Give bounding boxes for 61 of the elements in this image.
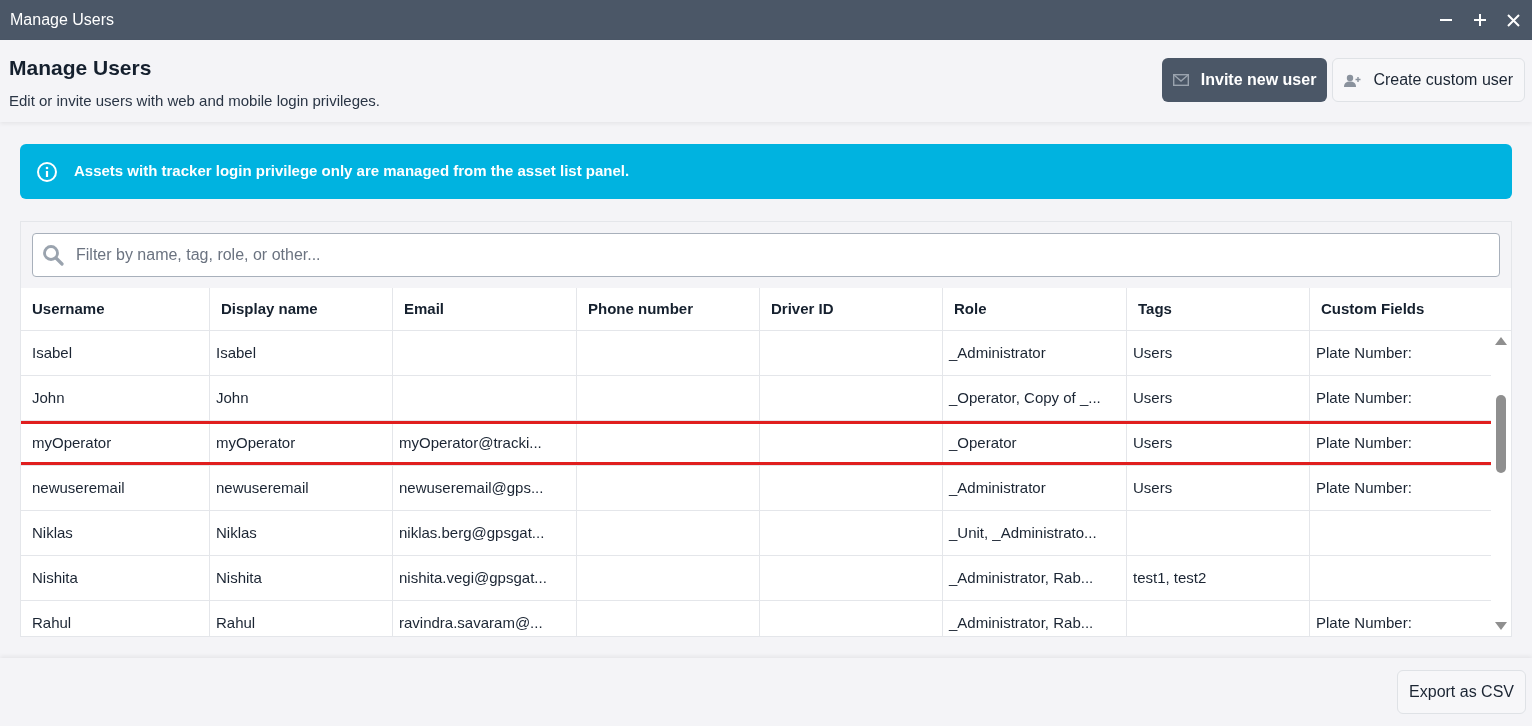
table-cell-text: Users [1133, 342, 1173, 363]
table-cell-text: newuseremail@gps... [399, 477, 544, 498]
column-header[interactable]: Username [21, 288, 210, 330]
column-header[interactable]: Custom Fields [1310, 288, 1511, 330]
table-cell-text: Users [1133, 387, 1173, 408]
maximize-icon[interactable] [1473, 13, 1487, 27]
search-field[interactable]: Filter by name, tag, role, or other... [32, 233, 1500, 277]
scroll-down-icon[interactable] [1495, 621, 1507, 630]
window-title: Manage Users [10, 10, 115, 30]
table-cell-text: newuseremail [32, 477, 125, 498]
table-cell-text: newuseremail [216, 477, 309, 498]
table-cell-text: Users [1133, 432, 1173, 453]
table-cell-text: _Operator, Copy of _... [949, 387, 1101, 408]
table-cell-text: Nishita [216, 567, 262, 588]
page-title: Manage Users [9, 55, 153, 81]
invite-button[interactable]: Invite new user [1161, 58, 1328, 102]
scroll-up-icon[interactable] [1495, 337, 1507, 345]
table-cell-text: Niklas [216, 522, 257, 543]
export-button[interactable]: Export as CSV [1397, 670, 1526, 714]
table-cell-text: Plate Number: [1316, 342, 1412, 363]
table-cell-text: _Administrator [949, 342, 1046, 363]
table-cell-text: Plate Number: [1316, 387, 1412, 408]
envelope-icon [1172, 74, 1189, 86]
column-header[interactable]: Phone number [577, 288, 760, 330]
table-cell-text: myOperator@tracki... [399, 432, 542, 453]
table-cell-text: Niklas [32, 522, 73, 543]
scroll-thumb[interactable] [1496, 394, 1506, 473]
table-cell-text: _Administrator, Rab... [949, 612, 1094, 633]
table-cell-text: ravindra.savaram@... [399, 612, 543, 633]
table-cell-text: _Administrator, Rab... [949, 567, 1094, 588]
table-cell-text: Plate Number: [1316, 432, 1412, 453]
add-person-icon [1344, 73, 1362, 87]
column-header[interactable]: Driver ID [760, 288, 943, 330]
table-cell-text: Rahul [216, 612, 256, 633]
table-cell-text: John [32, 387, 65, 408]
table-cell-text: test1, test2 [1133, 567, 1207, 588]
column-header[interactable]: Role [943, 288, 1127, 330]
table-cell-text: Isabel [32, 342, 73, 363]
table-cell-text: Nishita [32, 567, 78, 588]
table-cell-text: nishita.vegi@gpsgat... [399, 567, 547, 588]
column-header[interactable]: Tags [1127, 288, 1310, 330]
table-cell-text: _Unit, _Administrato... [949, 522, 1097, 543]
column-header[interactable]: Display name [210, 288, 393, 330]
table-cell-text: Users [1133, 477, 1173, 498]
banner-text: Assets with tracker login privilege only are managed from the asset list panel. [74, 161, 630, 182]
page-subtitle: Edit or invite users with web and mobile login privileges. [9, 90, 380, 111]
info-icon [36, 160, 58, 183]
table-cell-text: myOperator [32, 432, 112, 453]
table-cell-text: _Administrator [949, 477, 1046, 498]
search-icon [42, 244, 64, 266]
create-user-button[interactable]: Create custom user [1332, 58, 1525, 102]
table-cell-text: Plate Number: [1316, 477, 1412, 498]
column-header[interactable]: Email [393, 288, 577, 330]
table-cell-text: myOperator [216, 432, 296, 453]
table-cell-text: Plate Number: [1316, 612, 1412, 633]
table-cell-text: Isabel [216, 342, 257, 363]
table-cell-text: Rahul [32, 612, 72, 633]
table-cell-text: John [216, 387, 249, 408]
close-icon[interactable] [1507, 13, 1520, 27]
table-cell-text: niklas.berg@gpsgat... [399, 522, 545, 543]
table-cell-text: _Operator [949, 432, 1017, 453]
